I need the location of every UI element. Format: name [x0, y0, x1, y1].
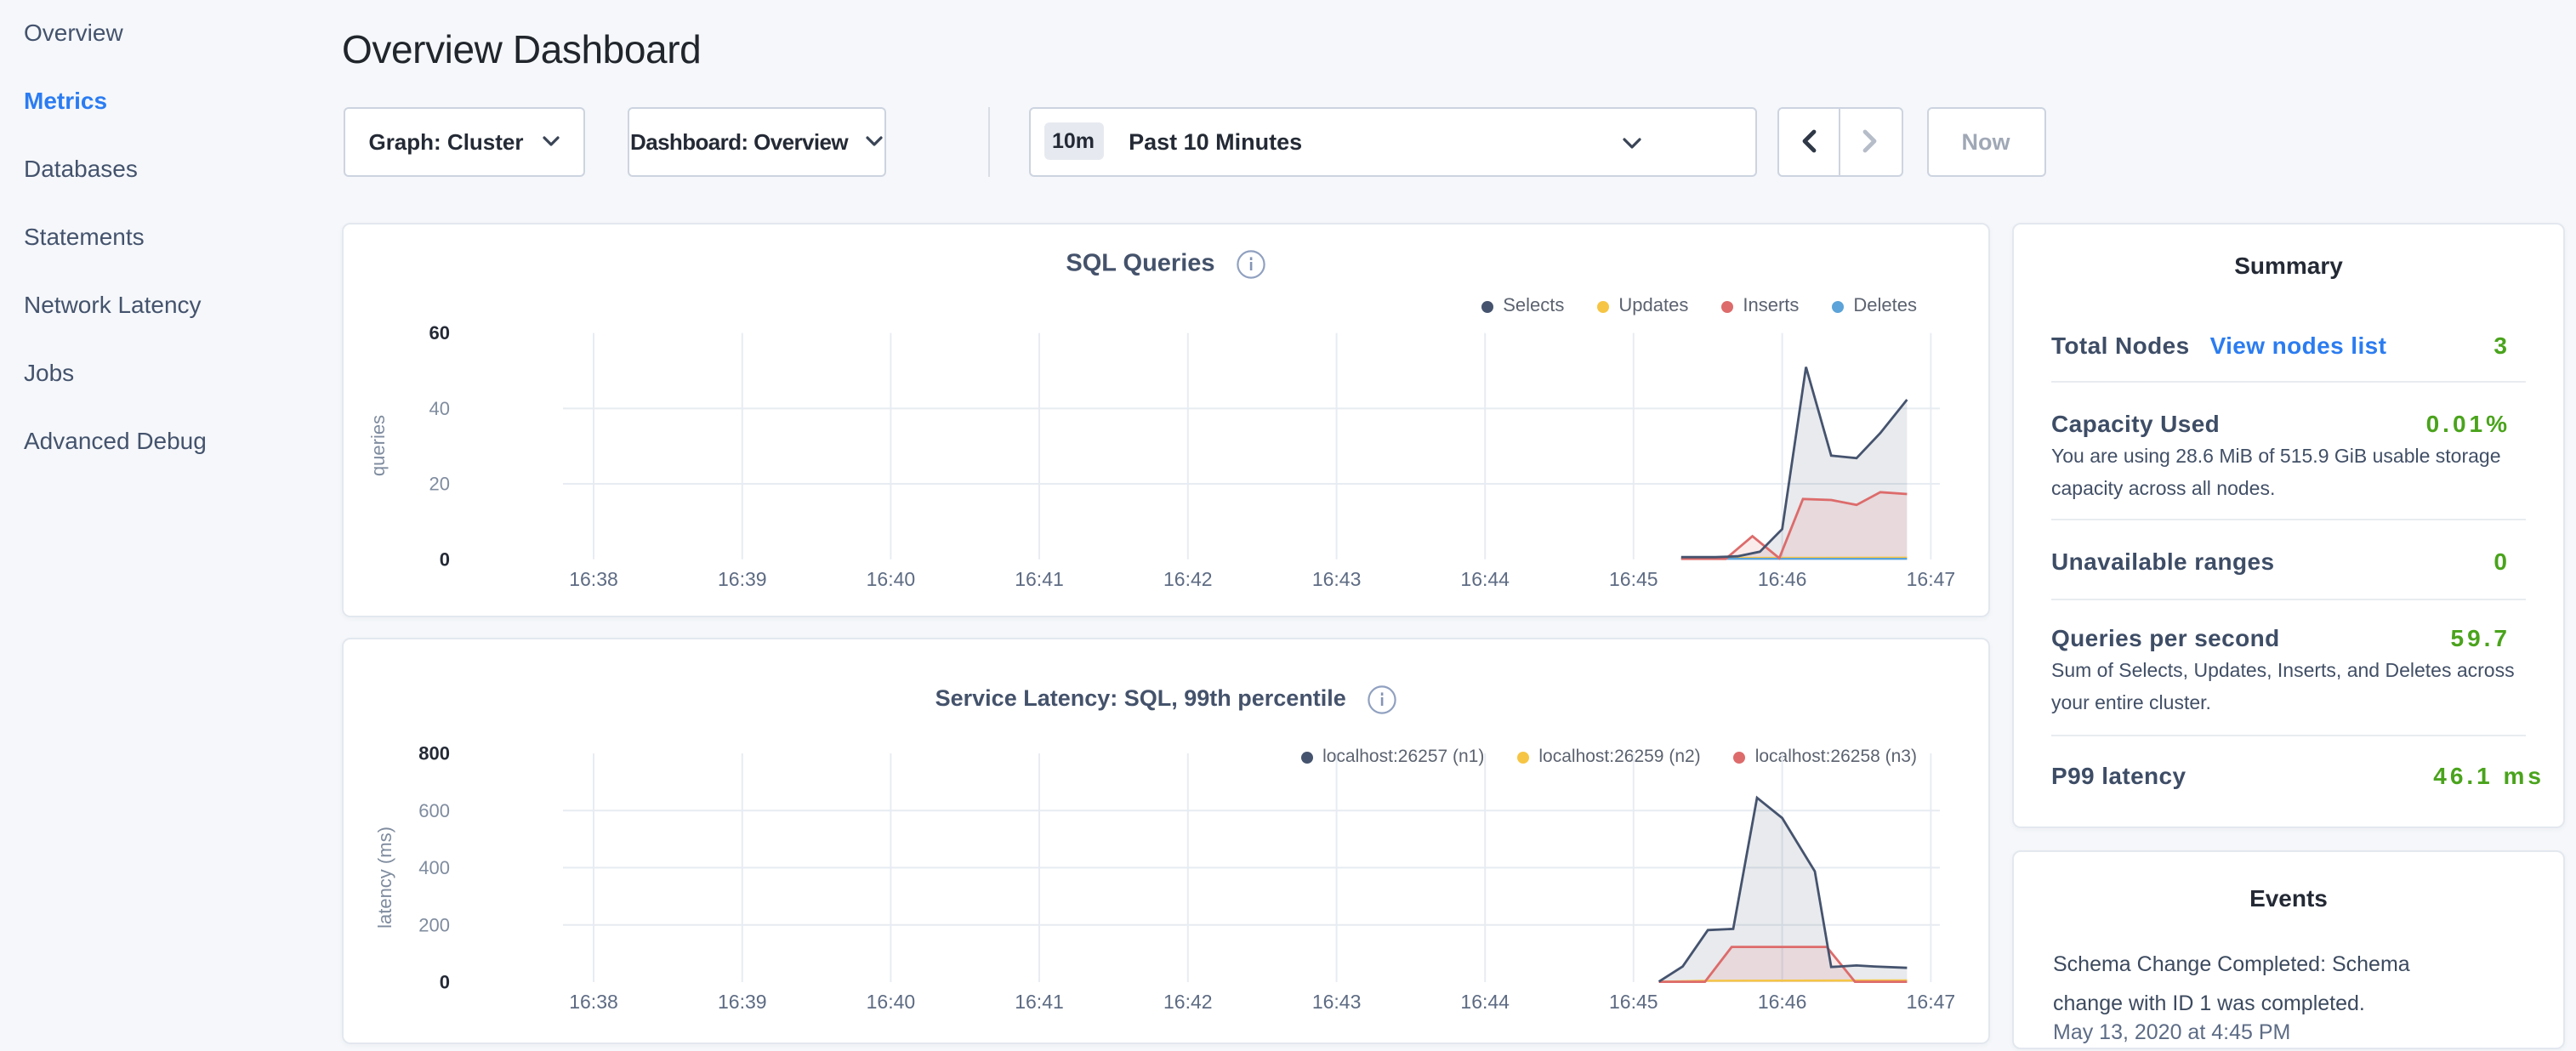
svg-text:200: 200 — [418, 914, 450, 935]
svg-text:0: 0 — [440, 972, 450, 993]
svg-text:16:42: 16:42 — [1163, 991, 1213, 1013]
svg-text:800: 800 — [418, 743, 450, 764]
svg-text:16:38: 16:38 — [569, 991, 618, 1013]
svg-text:16:42: 16:42 — [1163, 568, 1213, 590]
svg-text:16:43: 16:43 — [1312, 568, 1362, 590]
svg-text:16:45: 16:45 — [1609, 991, 1658, 1013]
svg-text:400: 400 — [418, 857, 450, 878]
svg-text:16:38: 16:38 — [569, 568, 618, 590]
svg-text:16:41: 16:41 — [1015, 568, 1064, 590]
svg-text:16:43: 16:43 — [1312, 991, 1362, 1013]
svg-text:60: 60 — [429, 322, 450, 344]
svg-text:16:45: 16:45 — [1609, 568, 1658, 590]
svg-text:40: 40 — [429, 398, 450, 419]
svg-text:16:44: 16:44 — [1460, 991, 1510, 1013]
svg-text:600: 600 — [418, 800, 450, 821]
svg-text:16:46: 16:46 — [1758, 991, 1807, 1013]
svg-text:16:41: 16:41 — [1015, 991, 1064, 1013]
svg-text:16:39: 16:39 — [718, 568, 767, 590]
svg-text:0: 0 — [440, 548, 450, 570]
svg-text:16:46: 16:46 — [1758, 568, 1807, 590]
svg-text:16:40: 16:40 — [867, 568, 916, 590]
svg-text:20: 20 — [429, 474, 450, 495]
svg-text:16:39: 16:39 — [718, 991, 767, 1013]
svg-text:16:47: 16:47 — [1907, 568, 1956, 590]
svg-text:16:44: 16:44 — [1460, 568, 1510, 590]
svg-text:16:47: 16:47 — [1907, 991, 1956, 1013]
svg-text:16:40: 16:40 — [867, 991, 916, 1013]
